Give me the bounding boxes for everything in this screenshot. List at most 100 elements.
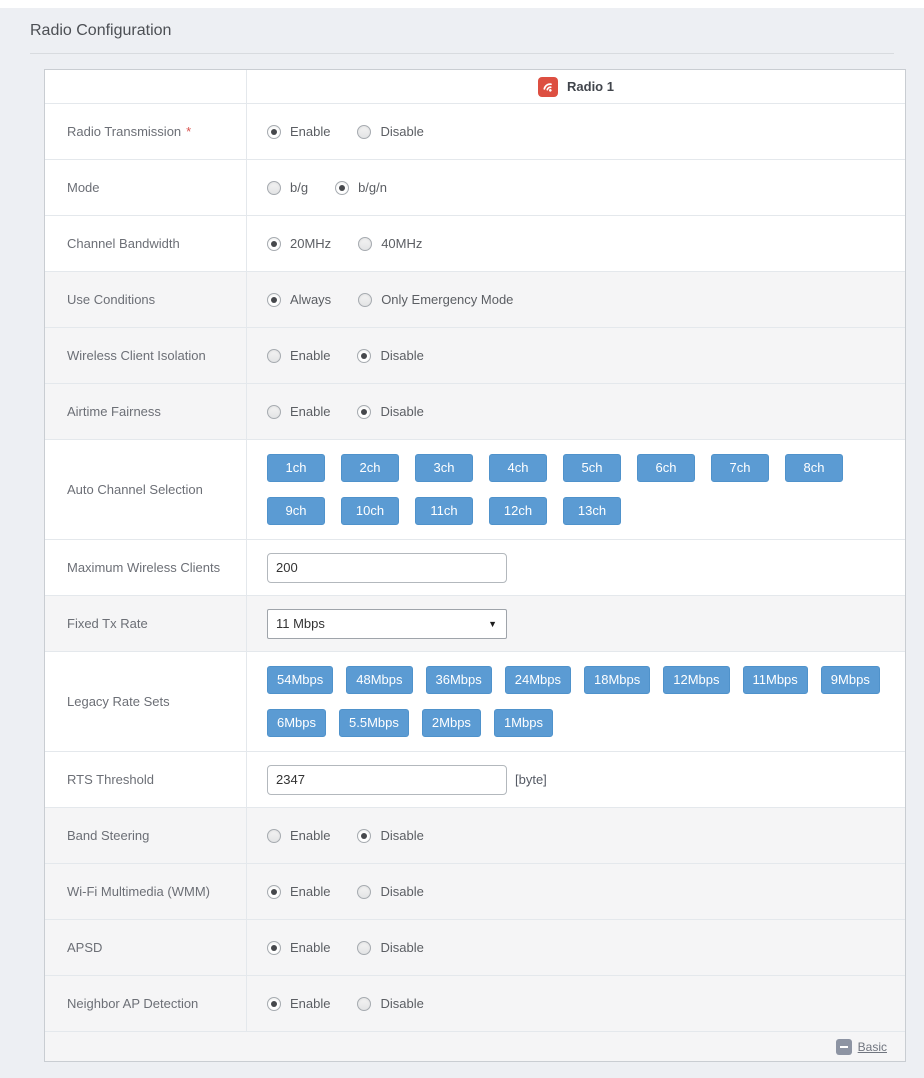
row-label: RTS Threshold — [45, 752, 247, 807]
row-label: Wi-Fi Multimedia (WMM) — [45, 864, 247, 919]
channel-button-6ch[interactable]: 6ch — [637, 454, 695, 482]
channel-button-9ch[interactable]: 9ch — [267, 497, 325, 525]
wifi-icon — [538, 76, 559, 97]
table-row: Maximum Wireless Clients — [45, 539, 905, 595]
row-label: Legacy Rate Sets — [45, 652, 247, 751]
radio-option-disable[interactable]: Disable — [357, 940, 424, 955]
radio-button[interactable] — [357, 940, 372, 955]
radio-button[interactable] — [357, 124, 372, 139]
radio-button[interactable] — [357, 348, 372, 363]
radio-option-enable[interactable]: Enable — [267, 996, 330, 1011]
channel-button-8ch[interactable]: 8ch — [785, 454, 843, 482]
radio-button[interactable] — [267, 180, 281, 195]
radio-button[interactable] — [267, 404, 281, 419]
channel-button-3ch[interactable]: 3ch — [415, 454, 473, 482]
rate-button-5-5mbps[interactable]: 5.5Mbps — [339, 709, 409, 737]
radio-button[interactable] — [357, 828, 372, 843]
radio-option-disable[interactable]: Disable — [357, 124, 424, 139]
fixed-tx-rate-select-wrap: 11 Mbps — [267, 608, 507, 639]
radio-button[interactable] — [358, 236, 373, 251]
radio-option-20mhz[interactable]: 20MHz — [267, 236, 331, 251]
radio-button[interactable] — [267, 996, 281, 1011]
table-row: APSD Enable Disable — [45, 919, 905, 975]
rate-button-24mbps[interactable]: 24Mbps — [504, 666, 571, 694]
radio-button[interactable] — [267, 884, 281, 899]
radio-button[interactable] — [358, 292, 373, 307]
rate-button-1mbps[interactable]: 1Mbps — [493, 709, 553, 737]
page-title: Radio Configuration — [30, 22, 172, 39]
radio-option-enable[interactable]: Enable — [267, 348, 330, 363]
rts-threshold-input[interactable] — [267, 764, 507, 795]
byte-unit-label: [byte] — [515, 772, 547, 787]
radio-option-enable[interactable]: Enable — [267, 404, 330, 419]
rate-button-54mbps[interactable]: 54Mbps — [267, 666, 334, 694]
radio-config-table: Radio 1 Radio Transmission * Enable Disa… — [44, 69, 906, 1062]
minus-icon[interactable] — [835, 1038, 852, 1055]
table-row: Fixed Tx Rate 11 Mbps — [45, 595, 905, 651]
radio-option-disable[interactable]: Disable — [357, 348, 424, 363]
row-label: Fixed Tx Rate — [45, 596, 247, 651]
channel-button-1ch[interactable]: 1ch — [267, 454, 325, 482]
radio-option-disable[interactable]: Disable — [357, 884, 424, 899]
channel-button-7ch[interactable]: 7ch — [711, 454, 769, 482]
radio-option-enable[interactable]: Enable — [267, 884, 330, 899]
radio-option-enable[interactable]: Enable — [267, 940, 330, 955]
radio-button[interactable] — [267, 828, 281, 843]
radio-option-always[interactable]: Always — [267, 292, 331, 307]
row-label: Band Steering — [45, 808, 247, 863]
radio-option-disable[interactable]: Disable — [357, 828, 424, 843]
channel-button-2ch[interactable]: 2ch — [341, 454, 399, 482]
channel-button-13ch[interactable]: 13ch — [563, 497, 621, 525]
channel-button-12ch[interactable]: 12ch — [489, 497, 547, 525]
table-footer-row: Basic — [45, 1031, 905, 1061]
fixed-tx-rate-select[interactable]: 11 Mbps — [267, 608, 507, 639]
radio-option-40mhz[interactable]: 40MHz — [358, 236, 422, 251]
rate-button-36mbps[interactable]: 36Mbps — [425, 666, 492, 694]
row-label: Mode — [45, 160, 247, 215]
rate-button-2mbps[interactable]: 2Mbps — [421, 709, 481, 737]
radio-button[interactable] — [357, 884, 372, 899]
top-strip — [0, 0, 924, 8]
rate-button-9mbps[interactable]: 9Mbps — [820, 666, 880, 694]
max-wireless-clients-input[interactable] — [267, 552, 507, 583]
header-empty-cell — [45, 70, 247, 103]
radio-option-enable[interactable]: Enable — [267, 124, 330, 139]
radio-button[interactable] — [267, 124, 281, 139]
rate-button-6mbps[interactable]: 6Mbps — [267, 709, 327, 737]
required-asterisk: * — [186, 124, 192, 139]
row-label: Airtime Fairness — [45, 384, 247, 439]
table-row: Use Conditions Always Only Emergency Mod… — [45, 271, 905, 327]
radio-option-enable[interactable]: Enable — [267, 828, 330, 843]
rate-button-11mbps[interactable]: 11Mbps — [742, 666, 808, 694]
table-row: Legacy Rate Sets 54Mbps 48Mbps 36Mbps 24… — [45, 651, 905, 751]
radio-button[interactable] — [267, 940, 281, 955]
row-label: Radio Transmission * — [45, 104, 247, 159]
table-row: Mode b/g b/g/n — [45, 159, 905, 215]
row-label: Neighbor AP Detection — [45, 976, 247, 1031]
radio-option-bg[interactable]: b/g — [267, 180, 308, 195]
radio-button[interactable] — [357, 404, 372, 419]
row-label: Maximum Wireless Clients — [45, 540, 247, 595]
radio-option-disable[interactable]: Disable — [357, 404, 424, 419]
row-label: Wireless Client Isolation — [45, 328, 247, 383]
rate-button-12mbps[interactable]: 12Mbps — [663, 666, 730, 694]
rate-button-48mbps[interactable]: 48Mbps — [346, 666, 413, 694]
table-row: Band Steering Enable Disable — [45, 807, 905, 863]
basic-link[interactable]: Basic — [858, 1040, 887, 1054]
channel-button-5ch[interactable]: 5ch — [563, 454, 621, 482]
radio-option-bgn[interactable]: b/g/n — [335, 180, 387, 195]
channel-button-10ch[interactable]: 10ch — [341, 497, 399, 525]
radio-button[interactable] — [267, 292, 281, 307]
radio-option-only-emergency-mode[interactable]: Only Emergency Mode — [358, 292, 513, 307]
table-row: RTS Threshold [byte] — [45, 751, 905, 807]
radio-button[interactable] — [267, 236, 281, 251]
radio-button[interactable] — [335, 180, 350, 195]
radio-option-disable[interactable]: Disable — [357, 996, 424, 1011]
rate-button-18mbps[interactable]: 18Mbps — [584, 666, 651, 694]
table-header-row: Radio 1 — [45, 70, 905, 103]
channel-button-4ch[interactable]: 4ch — [489, 454, 547, 482]
table-row: Radio Transmission * Enable Disable — [45, 103, 905, 159]
radio-button[interactable] — [267, 348, 281, 363]
channel-button-11ch[interactable]: 11ch — [415, 497, 473, 525]
radio-button[interactable] — [357, 996, 372, 1011]
